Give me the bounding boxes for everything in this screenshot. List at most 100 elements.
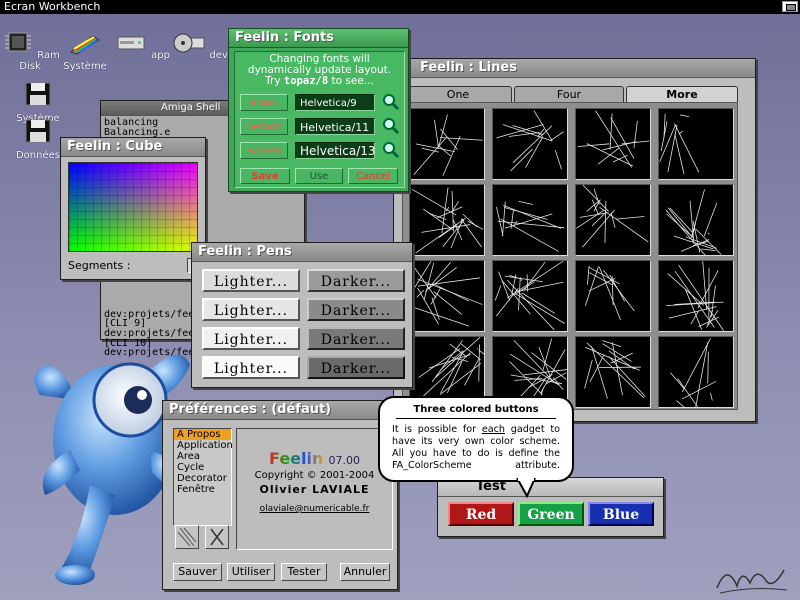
chip-icon	[5, 32, 32, 52]
remove-item-button[interactable]	[205, 525, 229, 549]
screen-font-label[interactable]: Screen	[240, 142, 288, 159]
lighter-button[interactable]: Lighter...	[202, 356, 300, 379]
preferences-title[interactable]: Préférences : (défaut)	[163, 401, 397, 420]
icons-font-field[interactable]: Helvetica/9	[295, 94, 375, 111]
default-font-label[interactable]: Default	[240, 118, 288, 135]
screen-font-field[interactable]: Helvetica/13	[295, 142, 376, 159]
blue-button[interactable]: Blue	[588, 502, 654, 526]
drive-icon	[117, 36, 145, 50]
floppy-icon	[25, 82, 51, 106]
darker-button[interactable]: Darker...	[307, 298, 405, 321]
floppy-icon	[25, 119, 51, 143]
help-bubble: Three colored buttons It is possible for…	[378, 396, 574, 482]
desktop-icon-ram-disk[interactable]: Ram Disk	[0, 30, 60, 72]
fonts-window[interactable]: Feelin : Fonts Changing fonts will dynam…	[228, 28, 409, 192]
preferences-list[interactable]: A Propos Application Area Cycle Decorato…	[173, 428, 233, 526]
tester-button[interactable]: Tester	[281, 563, 327, 581]
pens-title[interactable]: Feelin : Pens	[192, 243, 412, 262]
list-item[interactable]: Cycle	[174, 462, 231, 473]
tab-one[interactable]: One	[404, 86, 512, 102]
list-item[interactable]: Decorator	[174, 473, 231, 484]
pens-window[interactable]: Feelin : Pens Lighter... Darker... Light…	[191, 242, 413, 388]
preferences-window[interactable]: Préférences : (défaut) A Propos Applicat…	[162, 400, 398, 590]
bubble-divider	[396, 418, 556, 419]
lines-cell	[575, 260, 651, 332]
lines-cell	[658, 184, 734, 256]
lines-window[interactable]: Feelin : Lines One Four More	[393, 58, 756, 422]
lines-cell	[575, 184, 651, 256]
lines-cell	[658, 336, 734, 408]
screen-title: Ecran Workbench	[4, 0, 101, 13]
desktop-icon-label: Données	[15, 150, 60, 161]
lighter-button[interactable]: Lighter...	[202, 269, 300, 292]
sauver-button[interactable]: Sauver	[173, 563, 222, 581]
annuler-button[interactable]: Annuler	[340, 563, 390, 581]
signature-scribble	[716, 569, 788, 594]
list-item[interactable]: Area	[174, 451, 231, 462]
depth-gadget-icon[interactable]	[782, 1, 798, 12]
lines-cell	[658, 108, 734, 180]
screen-title-bar[interactable]: Ecran Workbench	[0, 0, 800, 14]
add-item-button[interactable]	[175, 525, 199, 549]
darker-button[interactable]: Darker...	[307, 356, 405, 379]
green-button[interactable]: Green	[518, 502, 584, 526]
lines-cell	[492, 184, 568, 256]
desktop-icon-systeme[interactable]: Système	[55, 30, 115, 72]
desktop-icon-app[interactable]: app	[112, 30, 172, 61]
bubble-title: Three colored buttons	[413, 404, 539, 415]
desktop-icon-donnees[interactable]: Données	[8, 119, 68, 161]
darker-button[interactable]: Darker...	[307, 269, 405, 292]
list-item[interactable]: A Propos	[174, 429, 231, 440]
icons-font-label[interactable]: Icons	[240, 94, 288, 111]
lines-cell	[658, 260, 734, 332]
bubble-text: It is possible for each gadget to have i…	[392, 424, 560, 471]
author-name: Olivier LAVIALE	[259, 483, 370, 496]
bubble-tail	[516, 478, 536, 498]
color-cube-palette[interactable]	[68, 162, 198, 252]
tab-more[interactable]: More	[626, 86, 738, 102]
cancel-button[interactable]: Cancel	[348, 168, 398, 184]
hatched-icon	[177, 527, 197, 547]
lines-cell	[409, 108, 485, 180]
search-icon[interactable]	[382, 117, 400, 135]
cube-window[interactable]: Feelin : Cube Segments : 13	[60, 137, 243, 280]
segments-label: Segments :	[68, 259, 131, 272]
lines-cell	[492, 260, 568, 332]
default-font-field[interactable]: Helvetica/11	[295, 118, 375, 135]
lines-cell	[575, 108, 651, 180]
fonts-title[interactable]: Feelin : Fonts	[229, 29, 408, 48]
tab-four[interactable]: Four	[514, 86, 624, 102]
cube-title[interactable]: Feelin : Cube	[61, 138, 205, 157]
cross-icon	[210, 528, 224, 546]
desktop-icon-systeme-floppy[interactable]: Système	[8, 82, 68, 124]
list-item[interactable]: Fenêtre	[174, 484, 231, 495]
list-item[interactable]: Application	[174, 440, 233, 451]
search-icon[interactable]	[382, 93, 400, 111]
utiliser-button[interactable]: Utiliser	[227, 563, 275, 581]
lines-cell	[409, 184, 485, 256]
red-button[interactable]: Red	[448, 502, 514, 526]
cd-drive-icon	[173, 33, 205, 53]
cables-icon	[69, 35, 100, 55]
desktop-icon-label: Système	[63, 61, 107, 72]
lines-cell	[575, 336, 651, 408]
fonts-info: Changing fonts will dynamically update l…	[235, 54, 404, 87]
feelin-logo: Feelin 07.00	[269, 449, 360, 468]
use-button[interactable]: Use	[295, 168, 343, 184]
lines-grid	[402, 102, 738, 410]
fonts-info-line: Try topaz/8 to see...	[265, 75, 374, 87]
desktop-icon-label: dev	[209, 50, 228, 61]
darker-button[interactable]: Darker...	[307, 327, 405, 350]
test-window[interactable]: Test Red Green Blue	[437, 477, 664, 537]
lines-cell	[409, 260, 485, 332]
save-button[interactable]: Save	[240, 168, 290, 184]
desktop-icon-dev[interactable]: dev	[170, 30, 230, 61]
copyright-text: Copyright © 2001-2004	[254, 470, 375, 481]
lighter-button[interactable]: Lighter...	[202, 298, 300, 321]
lighter-button[interactable]: Lighter...	[202, 327, 300, 350]
author-email-link[interactable]: olaviale@numericable.fr	[237, 504, 392, 514]
about-panel: Feelin 07.00 Copyright © 2001-2004 Olivi…	[236, 428, 393, 550]
lines-cell	[492, 108, 568, 180]
lines-title[interactable]: Feelin : Lines	[394, 59, 755, 78]
search-icon[interactable]	[382, 141, 400, 159]
